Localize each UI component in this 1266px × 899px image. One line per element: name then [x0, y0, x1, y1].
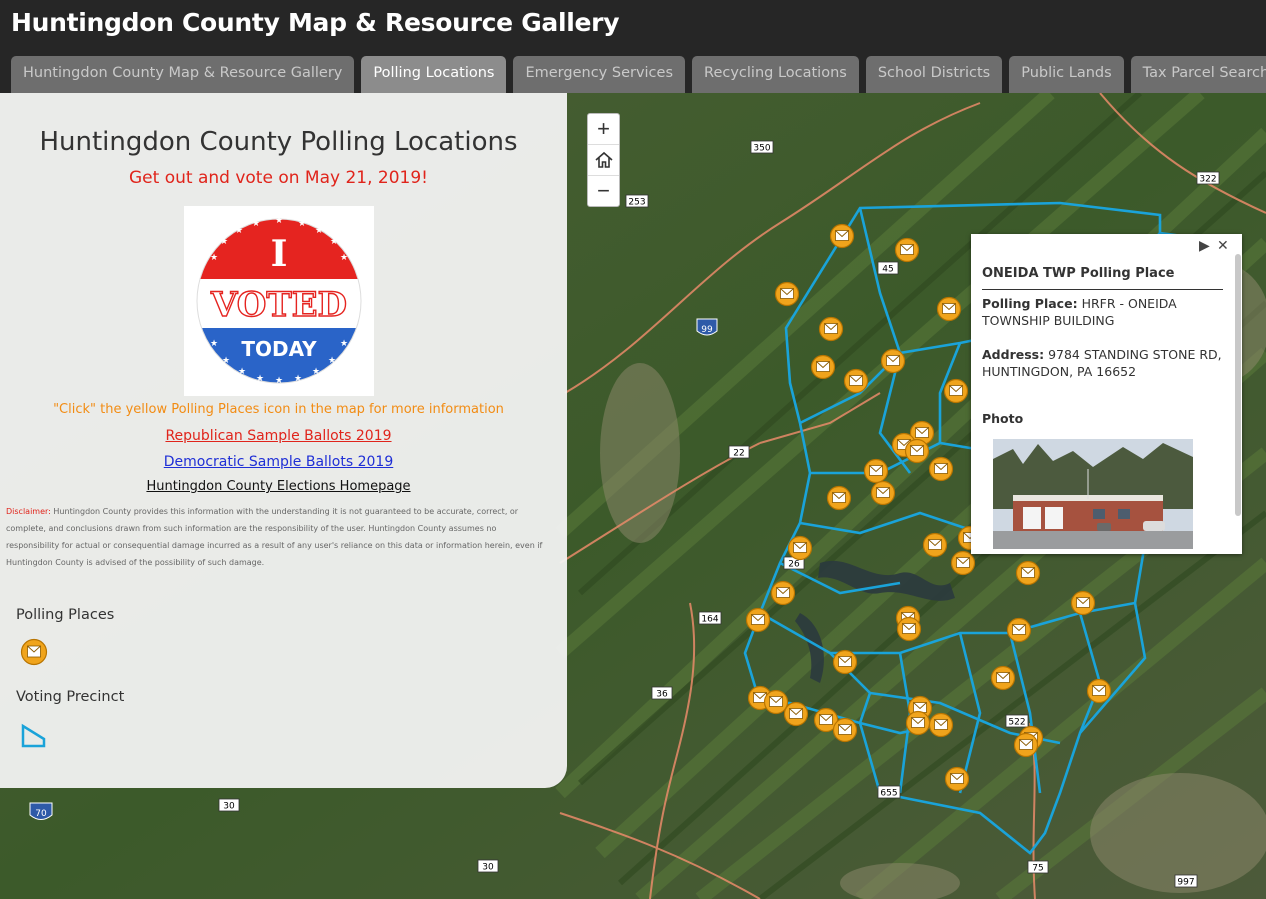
svg-text:★: ★: [315, 226, 323, 236]
polling-place-marker[interactable]: [943, 378, 969, 404]
panel-title: Huntingdon County Polling Locations: [39, 127, 518, 157]
polling-place-marker[interactable]: [950, 550, 976, 576]
tab-tax-parcel-search[interactable]: Tax Parcel Search: [1130, 56, 1266, 93]
polling-place-marker[interactable]: [990, 665, 1016, 691]
polling-place-marker[interactable]: [922, 532, 948, 558]
legend-polling-places-title: Polling Places: [16, 607, 115, 623]
svg-text:★: ★: [235, 226, 243, 236]
svg-text:★: ★: [275, 376, 283, 386]
popup-address: Address: 9784 STANDING STONE RD, HUNTING…: [982, 346, 1222, 380]
democratic-ballots-link[interactable]: Democratic Sample Ballots 2019: [0, 454, 557, 470]
badge-top-text: I: [271, 233, 288, 275]
svg-text:★: ★: [252, 219, 260, 229]
polling-place-marker[interactable]: [1086, 678, 1112, 704]
disclaimer-text: Huntingdon County provides this informat…: [6, 507, 543, 567]
polling-place-marker[interactable]: [810, 354, 836, 380]
panel-subtitle: Get out and vote on May 21, 2019!: [129, 168, 428, 188]
polling-place-marker[interactable]: [863, 458, 889, 484]
svg-text:★: ★: [330, 237, 338, 247]
polling-place-legend-icon: [20, 638, 48, 666]
polling-place-marker[interactable]: [829, 223, 855, 249]
badge-bottom-text: TODAY: [241, 337, 317, 361]
badge-middle-text: VOTED: [210, 285, 347, 325]
instruction-text: "Click" the yellow Polling Places icon i…: [53, 402, 504, 417]
polling-place-photo[interactable]: [993, 439, 1193, 549]
svg-text:★: ★: [220, 237, 228, 247]
tab-emergency-services[interactable]: Emergency Services: [513, 56, 686, 93]
polling-place-marker[interactable]: [826, 485, 852, 511]
svg-text:★: ★: [328, 356, 336, 366]
voting-precinct-legend-icon: [21, 723, 46, 748]
svg-text:★: ★: [210, 253, 218, 263]
tab-polling-locations[interactable]: Polling Locations: [361, 56, 507, 93]
address-label: Address:: [982, 347, 1045, 362]
polling-place-marker[interactable]: [870, 480, 896, 506]
close-popup-button[interactable]: ✕: [1217, 238, 1229, 254]
polling-place-marker[interactable]: [944, 766, 970, 792]
popup-title: ONEIDA TWP Polling Place: [982, 266, 1223, 290]
tab-school-districts[interactable]: School Districts: [865, 56, 1003, 93]
polling-place-marker[interactable]: [894, 237, 920, 263]
photo-label: Photo: [982, 411, 1024, 426]
zoom-out-button[interactable]: −: [588, 176, 619, 206]
polling-place-marker[interactable]: [905, 710, 931, 736]
polling-place-marker[interactable]: [928, 712, 954, 738]
svg-text:★: ★: [294, 374, 302, 384]
polling-place-marker[interactable]: [832, 717, 858, 743]
polling-place-marker[interactable]: [783, 701, 809, 727]
home-icon: [594, 151, 613, 168]
home-button[interactable]: [588, 145, 619, 176]
i-voted-badge: ★ ★ ★ ★ ★ ★ ★ ★ ★ ★ ★ ★ ★ ★ ★ ★ ★ ★ I VOTED TODAY: [184, 206, 374, 396]
svg-text:★: ★: [238, 367, 246, 377]
svg-text:★: ★: [256, 374, 264, 384]
legend-voting-precinct-title: Voting Precinct: [16, 689, 125, 705]
polling-place-marker[interactable]: [1070, 590, 1096, 616]
svg-text:★: ★: [210, 339, 218, 349]
polling-place-marker[interactable]: [896, 616, 922, 642]
zoom-controls: + −: [587, 113, 620, 207]
header-bar: Huntingdon County Map & Resource Gallery…: [0, 0, 1266, 93]
polling-place-marker[interactable]: [745, 607, 771, 633]
feature-popup: ▶ ✕ ONEIDA TWP Polling Place Polling Pla…: [971, 234, 1242, 554]
polling-place-marker[interactable]: [880, 348, 906, 374]
svg-text:★: ★: [340, 339, 348, 349]
disclaimer-label: Disclaimer:: [6, 507, 51, 516]
polling-place-label: Polling Place:: [982, 296, 1078, 311]
polling-place-marker[interactable]: [832, 649, 858, 675]
svg-text:★: ★: [222, 356, 230, 366]
polling-place-marker[interactable]: [763, 689, 789, 715]
elections-homepage-link[interactable]: Huntingdon County Elections Homepage: [0, 479, 557, 494]
svg-text:★: ★: [298, 219, 306, 229]
polling-place-marker[interactable]: [904, 438, 930, 464]
next-feature-button[interactable]: ▶: [1199, 238, 1210, 254]
tab-recycling-locations[interactable]: Recycling Locations: [692, 56, 859, 93]
popup-scrollbar[interactable]: [1235, 254, 1241, 516]
polling-place-marker[interactable]: [770, 580, 796, 606]
disclaimer: Disclaimer: Huntingdon County provides t…: [6, 503, 546, 571]
polling-place-marker[interactable]: [936, 296, 962, 322]
svg-text:★: ★: [275, 216, 283, 226]
polling-place-marker[interactable]: [1013, 732, 1039, 758]
polling-place-marker[interactable]: [774, 281, 800, 307]
tab-map-gallery[interactable]: Huntingdon County Map & Resource Gallery: [11, 56, 355, 93]
zoom-in-button[interactable]: +: [588, 114, 619, 145]
svg-text:★: ★: [312, 367, 320, 377]
popup-polling-place: Polling Place: HRFR - ONEIDA TOWNSHIP BU…: [982, 295, 1222, 329]
republican-ballots-link[interactable]: Republican Sample Ballots 2019: [0, 428, 557, 444]
svg-text:★: ★: [340, 253, 348, 263]
polling-place-marker[interactable]: [787, 535, 813, 561]
info-panel: Huntingdon County Polling Locations Get …: [0, 93, 567, 788]
polling-place-marker[interactable]: [843, 368, 869, 394]
polling-place-marker[interactable]: [1006, 617, 1032, 643]
polling-place-marker[interactable]: [928, 456, 954, 482]
tab-public-lands[interactable]: Public Lands: [1009, 56, 1124, 93]
polling-place-marker[interactable]: [818, 316, 844, 342]
polling-place-marker[interactable]: [1015, 560, 1041, 586]
tab-bar: Huntingdon County Map & Resource Gallery…: [11, 56, 1266, 93]
app-title: Huntingdon County Map & Resource Gallery: [11, 8, 620, 37]
